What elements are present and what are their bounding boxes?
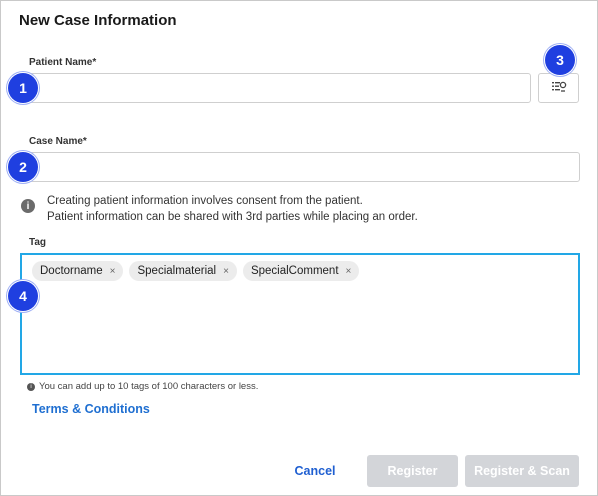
tag-list: Doctorname × Specialmaterial × SpecialCo… [32,261,360,281]
case-name-label: Case Name* [29,136,87,147]
tag-chip: SpecialComment × [242,261,360,281]
patient-search-button[interactable] [538,73,579,103]
consent-info-line-1: Creating patient information involves co… [47,195,363,207]
tag-chip: Specialmaterial × [129,261,237,281]
register-button[interactable]: Register [367,455,458,487]
tag-input-area[interactable]: Doctorname × Specialmaterial × SpecialCo… [20,253,580,375]
cancel-button[interactable]: Cancel [283,455,347,487]
tag-hint-text: You can add up to 10 tags of 100 charact… [39,381,259,392]
step-marker-3: 3 [545,45,575,75]
consent-info: i Creating patient information involves … [21,193,418,225]
step-marker-2: 2 [8,152,38,182]
tag-hint: i You can add up to 10 tags of 100 chara… [27,381,258,392]
patient-list-search-icon [551,79,567,98]
terms-and-conditions-link[interactable]: Terms & Conditions [32,402,150,416]
tag-chip-label: Doctorname [40,265,103,277]
case-name-input[interactable] [20,152,580,182]
consent-info-line-2: Patient information can be shared with 3… [47,211,418,223]
patient-name-label: Patient Name* [29,57,97,68]
remove-tag-icon[interactable]: × [110,266,116,277]
register-and-scan-button[interactable]: Register & Scan [465,455,579,487]
remove-tag-icon[interactable]: × [223,266,229,277]
tag-label: Tag [29,237,47,248]
remove-tag-icon[interactable]: × [346,266,352,277]
tag-chip-label: Specialmaterial [137,265,217,277]
tag-chip-label: SpecialComment [250,265,339,277]
dialog-title: New Case Information [19,12,177,29]
tag-chip: Doctorname × [32,261,124,281]
step-marker-1: 1 [8,73,38,103]
info-icon: i [21,199,35,213]
step-marker-4: 4 [8,281,38,311]
patient-name-input[interactable] [20,73,531,103]
new-case-dialog: New Case Information Patient Name* Case … [0,0,598,496]
info-icon: i [27,382,35,391]
consent-info-text: Creating patient information involves co… [47,193,418,225]
